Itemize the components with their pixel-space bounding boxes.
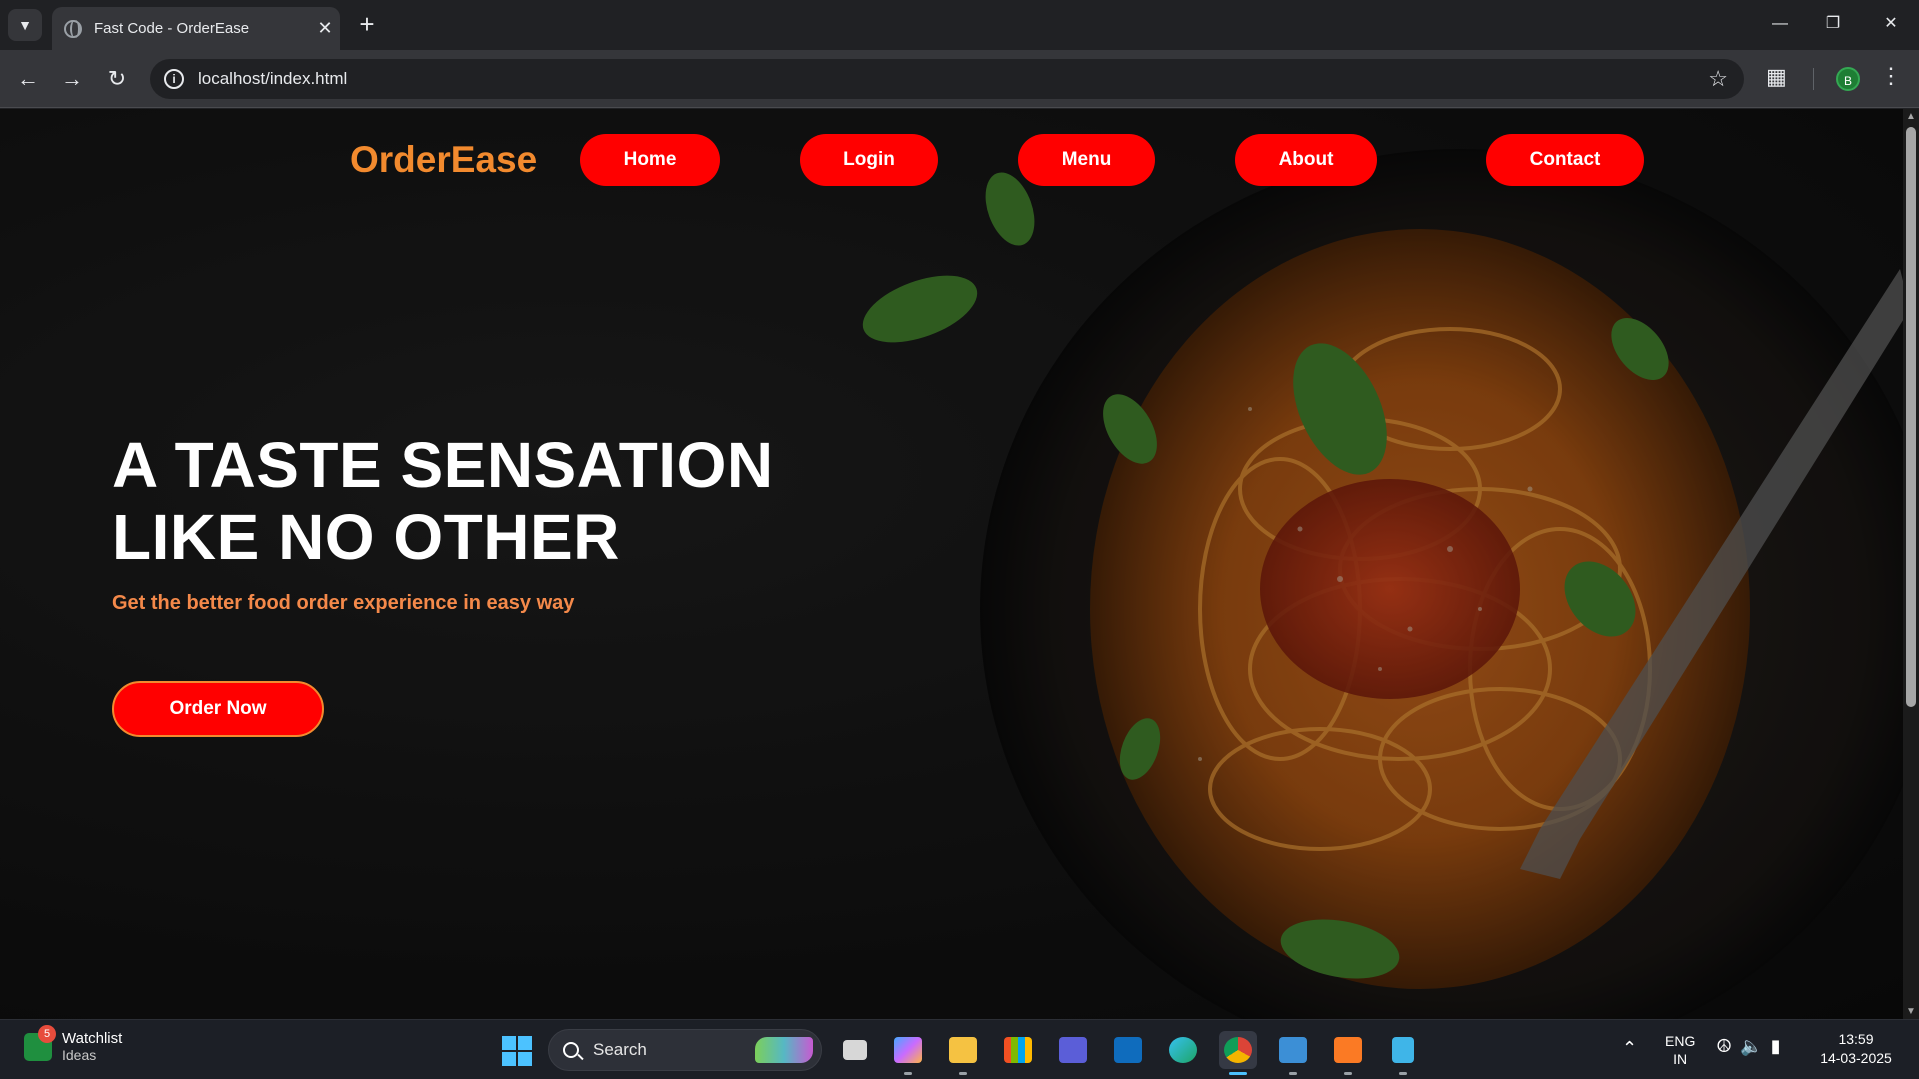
windows-taskbar: 5 Watchlist Ideas Search ⌃ ENG IN ☮🔈▮ 13… [0, 1019, 1919, 1079]
widget-subtitle: Ideas [62, 1047, 97, 1063]
url-text[interactable]: localhost/index.html [198, 69, 1708, 89]
clock-date: 14-03-2025 [1820, 1050, 1892, 1066]
taskbar-search-label: Search [593, 1040, 647, 1059]
file-explorer-icon[interactable] [944, 1031, 982, 1075]
task-view-icon[interactable] [836, 1031, 874, 1069]
hero-heading-line-1: A TASTE SENSATION [112, 429, 774, 501]
nav-contact-link[interactable]: Contact [1486, 134, 1644, 186]
system-tray[interactable]: ☮🔈▮ [1716, 1036, 1788, 1057]
hero-heading: A TASTE SENSATION LIKE NO OTHER [112, 429, 872, 573]
browser-menu-icon[interactable]: ⋮ [1880, 63, 1902, 89]
close-window-icon[interactable]: ✕ [1871, 8, 1911, 40]
browser-tab-strip: ▼ Fast Code - OrderEase ✕ + — ❐ ✕ [0, 0, 1919, 50]
visual-studio-icon[interactable] [1054, 1031, 1092, 1069]
nav-login-link[interactable]: Login [800, 134, 938, 186]
taskbar-clock[interactable]: 13:59 14-03-2025 [1816, 1030, 1896, 1068]
extensions-puzzle-icon[interactable]: ▦ [1766, 64, 1787, 90]
volume-icon[interactable]: 🔈 [1740, 1036, 1770, 1056]
nav-about-link[interactable]: About [1235, 134, 1377, 186]
widget-title: Watchlist [62, 1030, 123, 1047]
notification-badge: 5 [38, 1024, 56, 1043]
hero-heading-line-2: LIKE NO OTHER [112, 501, 620, 573]
search-highlight-icon [755, 1037, 813, 1063]
address-bar[interactable]: i localhost/index.html ☆ [150, 59, 1744, 99]
site-info-icon[interactable]: i [164, 69, 184, 89]
site-logo[interactable]: OrderEase [350, 139, 537, 181]
remote-desktop-icon[interactable] [1274, 1031, 1312, 1075]
scroll-up-arrow-icon[interactable]: ▲ [1903, 111, 1919, 122]
browser-tab-active[interactable]: Fast Code - OrderEase ✕ [52, 7, 340, 50]
scroll-down-arrow-icon[interactable]: ▼ [1903, 1006, 1919, 1017]
page-viewport: OrderEase Home Login Menu About Contact … [0, 109, 1903, 1019]
bookmark-star-icon[interactable]: ☆ [1708, 66, 1728, 92]
browser-toolbar: ← → ↻ i localhost/index.html ☆ ▦ B ⋮ [0, 50, 1919, 108]
language-code: ENG [1665, 1033, 1696, 1049]
new-tab-plus-icon[interactable]: + [352, 10, 382, 40]
taskbar-search-box[interactable]: Search [548, 1029, 822, 1071]
tray-overflow-chevron-icon[interactable]: ⌃ [1622, 1038, 1637, 1059]
wifi-icon[interactable]: ☮ [1716, 1036, 1740, 1056]
back-arrow-icon[interactable]: ← [12, 63, 44, 95]
xampp-icon[interactable] [1329, 1031, 1367, 1075]
copilot-icon[interactable] [889, 1031, 927, 1075]
profile-avatar[interactable]: B [1836, 67, 1860, 91]
globe-icon [64, 19, 82, 38]
microsoft-store-icon[interactable] [999, 1031, 1037, 1069]
input-language[interactable]: ENG IN [1665, 1032, 1695, 1068]
order-now-button[interactable]: Order Now [112, 681, 324, 737]
minimize-icon[interactable]: — [1760, 8, 1800, 40]
nav-home-link[interactable]: Home [580, 134, 720, 186]
chrome-icon[interactable] [1219, 1031, 1257, 1075]
hero-subtitle: Get the better food order experience in … [112, 592, 575, 614]
reload-icon[interactable]: ↻ [101, 63, 133, 95]
clock-time: 13:59 [1838, 1031, 1874, 1047]
nav-menu-link[interactable]: Menu [1018, 134, 1155, 186]
notepad-icon[interactable] [1384, 1031, 1422, 1075]
search-icon [563, 1042, 579, 1058]
outlook-icon[interactable] [1109, 1031, 1147, 1069]
region-code: IN [1673, 1051, 1688, 1067]
toolbar-divider [1813, 68, 1814, 90]
restore-icon[interactable]: ❐ [1813, 8, 1853, 40]
edge-icon[interactable] [1164, 1031, 1202, 1069]
tab-search-chevron-icon[interactable]: ▼ [8, 9, 42, 41]
forward-arrow-icon[interactable]: → [56, 63, 88, 95]
tab-close-icon[interactable]: ✕ [310, 18, 340, 39]
watchlist-widget[interactable]: 5 Watchlist Ideas [24, 1024, 123, 1063]
stock-chart-icon: 5 [24, 1024, 56, 1061]
tab-title: Fast Code - OrderEase [94, 20, 250, 37]
windows-start-icon[interactable] [502, 1036, 532, 1066]
page-scrollbar[interactable]: ▲ ▼ [1903, 109, 1919, 1019]
scrollbar-thumb[interactable] [1906, 127, 1916, 707]
battery-icon[interactable]: ▮ [1771, 1036, 1789, 1056]
